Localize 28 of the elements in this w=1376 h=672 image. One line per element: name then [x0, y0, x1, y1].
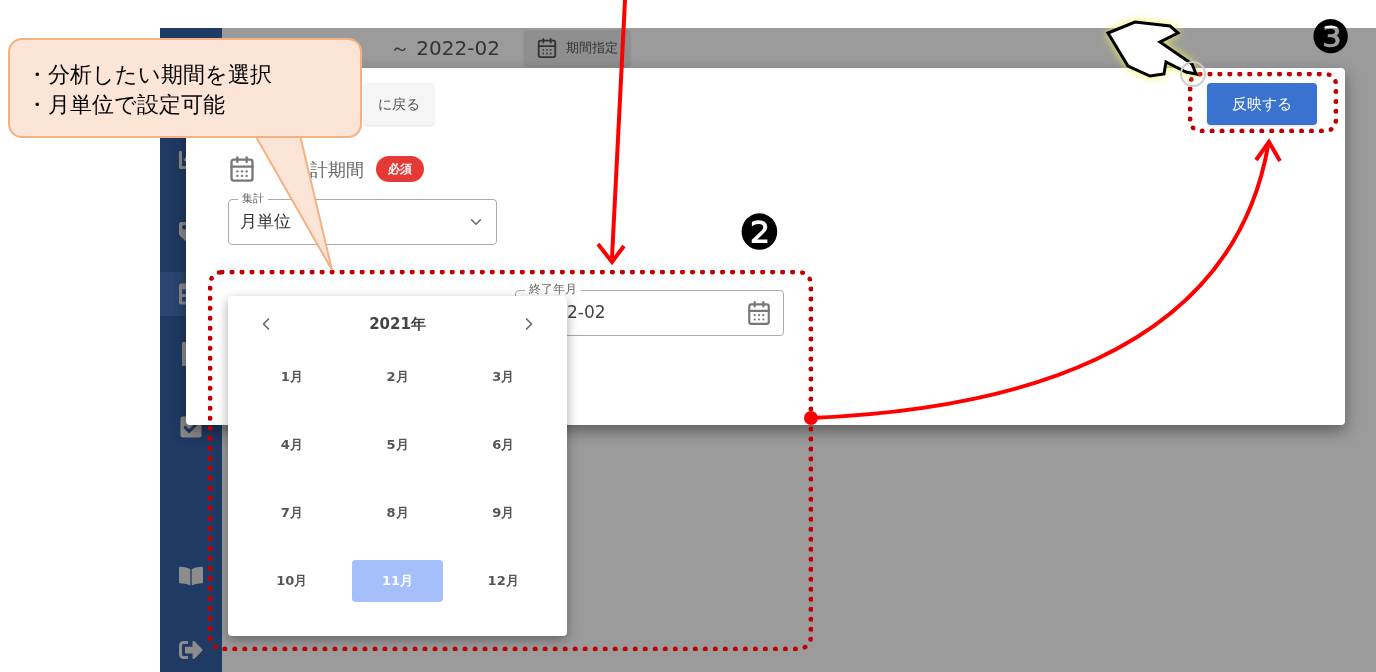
back-button[interactable]: に戻る: [364, 83, 434, 125]
calendar-icon[interactable]: [746, 300, 772, 326]
month-option[interactable]: 4月: [246, 424, 338, 466]
picker-year: 2021年: [369, 313, 426, 335]
selected-period: ～ 2022-02: [390, 35, 500, 62]
select-value: 月単位: [240, 210, 291, 234]
month-option[interactable]: 9月: [457, 492, 549, 534]
section-title: 計期間: [310, 157, 364, 182]
select-label: 集計: [238, 193, 268, 204]
required-badge: 必須: [376, 156, 424, 182]
month-option[interactable]: 5月: [351, 424, 444, 466]
callout-text: ・分析したい期間を選択: [26, 61, 273, 89]
apply-button[interactable]: 反映する: [1207, 83, 1317, 125]
field-label: 終了年月: [525, 283, 581, 295]
month-option[interactable]: 3月: [457, 356, 549, 398]
month-option[interactable]: 1月: [246, 356, 338, 398]
month-option[interactable]: 10月: [246, 560, 338, 602]
month-option[interactable]: 8月: [351, 492, 444, 534]
month-option[interactable]: 6月: [457, 424, 549, 466]
month-option[interactable]: 12月: [457, 560, 549, 602]
calendar-icon: [228, 155, 256, 183]
month-option[interactable]: 2月: [351, 356, 444, 398]
step-number: ❷: [738, 208, 782, 256]
month-option[interactable]: 7月: [246, 492, 338, 534]
period-button[interactable]: 期間指定: [523, 30, 630, 66]
calendar-icon: [535, 37, 558, 59]
field-value: 2-02: [567, 301, 606, 325]
callout-text: ・月単位で設定可能: [26, 91, 226, 119]
